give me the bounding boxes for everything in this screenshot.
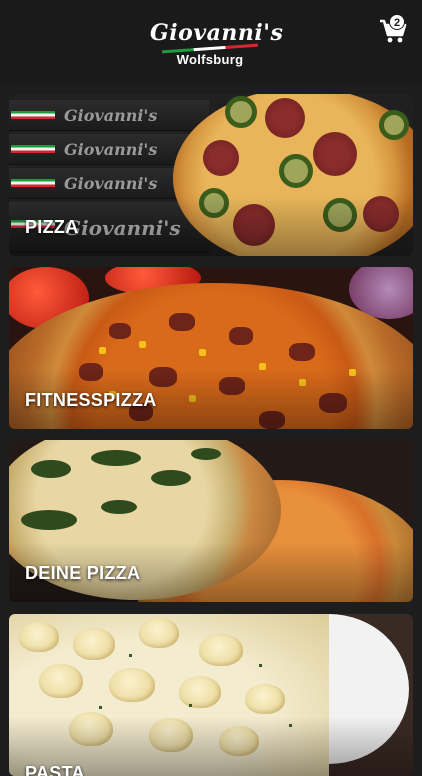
cart-button[interactable]: 2 <box>378 14 408 46</box>
category-tile-deine-pizza[interactable]: DEINE PIZZA <box>9 440 413 602</box>
cart-count-badge: 2 <box>389 14 405 30</box>
category-label-deine-pizza: DEINE PIZZA <box>25 563 141 583</box>
brand-logo[interactable]: Giovanni's Wolfsburg <box>150 20 284 70</box>
category-tile-pasta[interactable]: PASTA <box>9 614 413 776</box>
category-tile-fitnesspizza[interactable]: FITNESSPIZZA <box>9 267 413 429</box>
brand-city: Wolfsburg <box>176 52 244 67</box>
category-label-fitnesspizza: FITNESSPIZZA <box>25 390 157 410</box>
pizza-box-image: Giovanni's <box>9 100 209 131</box>
brand-name: Giovanni's <box>150 20 284 46</box>
category-tile-pizza[interactable]: Giovanni's Giovanni's Giovanni's Giovann… <box>9 94 413 256</box>
category-label-pasta: PASTA <box>25 763 85 776</box>
app-header: Giovanni's Wolfsburg 2 <box>0 0 422 84</box>
category-label-pizza: PIZZA <box>25 217 79 237</box>
